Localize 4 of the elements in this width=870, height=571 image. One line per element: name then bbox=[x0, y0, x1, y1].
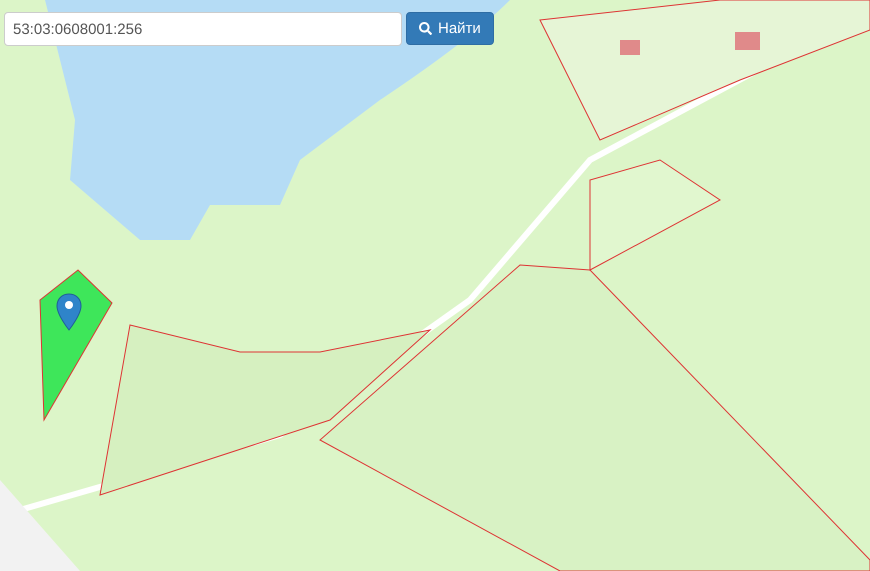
search-field[interactable]: 53:03:0608001:256 bbox=[4, 12, 402, 46]
map-pin-icon[interactable] bbox=[56, 293, 82, 331]
search-icon bbox=[419, 22, 432, 35]
search-button[interactable]: Найти bbox=[406, 12, 494, 45]
